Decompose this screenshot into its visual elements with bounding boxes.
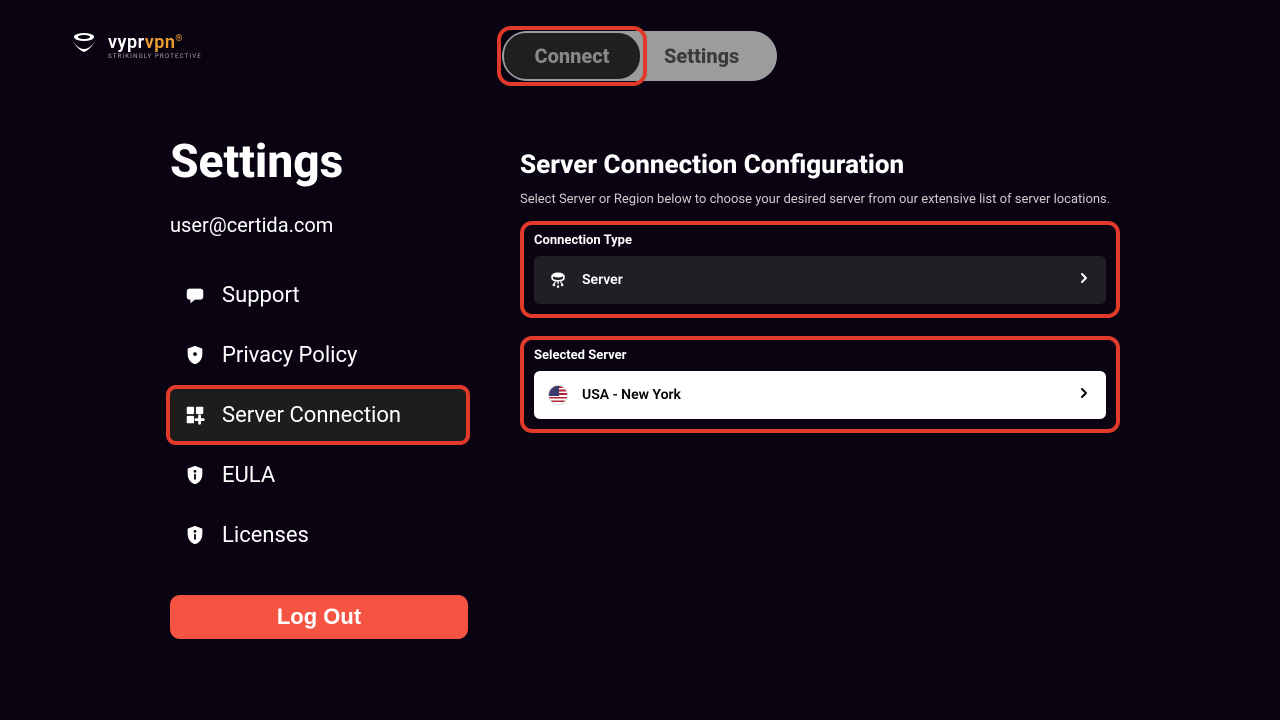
shield-info-icon	[184, 464, 206, 486]
sidebar-item-licenses[interactable]: Licenses	[170, 505, 470, 565]
sidebar-item-server-connection[interactable]: Server Connection	[166, 385, 470, 445]
main-panel: Server Connection Configuration Select S…	[520, 150, 1120, 451]
logo-tagline: STRIKINGLY PROTECTIVE	[108, 53, 202, 60]
tab-settings[interactable]: Settings	[650, 31, 753, 81]
vypr-logo-icon	[68, 28, 100, 64]
tab-settings-label: Settings	[664, 44, 739, 68]
user-email: user@certida.com	[170, 213, 470, 237]
selected-server-label: Selected Server	[534, 348, 1106, 363]
sidebar-item-label: Licenses	[222, 523, 309, 548]
sidebar: Settings user@certida.com Support Privac…	[170, 135, 470, 639]
tab-connect-highlight: Connect	[497, 26, 647, 86]
chevron-right-icon	[1076, 385, 1092, 405]
logout-button[interactable]: Log Out	[170, 595, 468, 639]
connection-type-value: Server	[582, 272, 1092, 288]
logo-text: vyprvpn®	[108, 32, 202, 53]
sidebar-item-support[interactable]: Support	[170, 265, 470, 325]
panel-title: Server Connection Configuration	[520, 150, 1120, 180]
shield-info-icon	[184, 524, 206, 546]
sidebar-item-label: EULA	[222, 463, 275, 488]
panel-description: Select Server or Region below to choose …	[520, 192, 1120, 207]
sidebar-item-label: Privacy Policy	[222, 343, 357, 368]
sidebar-item-privacy[interactable]: Privacy Policy	[170, 325, 470, 385]
sidebar-item-label: Server Connection	[222, 403, 401, 428]
app-logo: vyprvpn® STRIKINGLY PROTECTIVE	[68, 28, 202, 64]
server-icon	[548, 270, 568, 290]
tab-connect[interactable]: Connect	[504, 33, 640, 79]
settings-menu: Support Privacy Policy Server Connection…	[170, 265, 470, 565]
shield-icon	[184, 344, 206, 366]
sidebar-item-eula[interactable]: EULA	[170, 445, 470, 505]
dashboard-icon	[184, 404, 206, 426]
nav-toggle: Connect Settings	[502, 31, 777, 81]
page-title: Settings	[170, 135, 470, 189]
connection-type-select[interactable]: Server	[534, 256, 1106, 304]
tab-connect-label: Connect	[535, 44, 610, 68]
chat-icon	[184, 284, 206, 306]
sidebar-item-label: Support	[222, 283, 300, 308]
selected-server-value: USA - New York	[582, 387, 1092, 403]
selected-server-card: Selected Server USA - New York	[520, 336, 1120, 433]
connection-type-label: Connection Type	[534, 233, 1106, 248]
selected-server-select[interactable]: USA - New York	[534, 371, 1106, 419]
connection-type-card: Connection Type Server	[520, 221, 1120, 318]
chevron-right-icon	[1076, 270, 1092, 290]
flag-usa-icon	[548, 385, 568, 405]
